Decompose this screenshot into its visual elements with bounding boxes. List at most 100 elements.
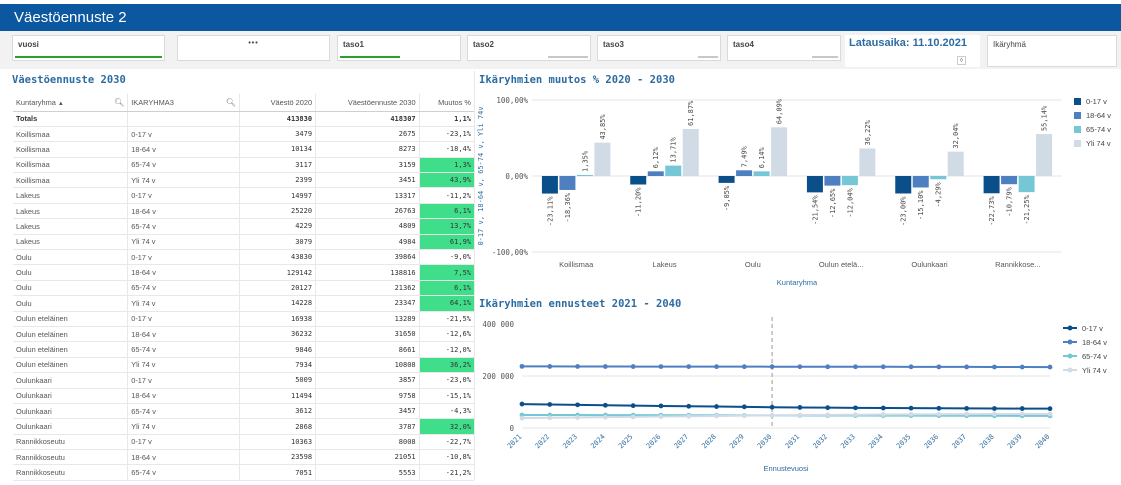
cell-ikaryhma: 65-74 v [127,218,240,235]
data-label: -12,65% [829,188,837,218]
bar-4-3 [947,151,964,176]
data-point [519,401,525,407]
column-header-kuntaryhma[interactable]: Kuntaryhma ▲ 🔍︎ [13,94,129,112]
data-label: 13,71% [670,137,678,163]
filter-ikaryhma-label: Ikäryhmä [993,40,1026,49]
filter-taso4[interactable]: taso4 [727,35,841,61]
column-header-muutos[interactable]: Muutos % [419,94,474,112]
column-header-vaesto[interactable]: Väestö 2020 [239,94,317,112]
data-point [658,414,664,419]
x-tick-label: 2024 [589,433,607,451]
data-label: -4,29% [935,181,943,207]
bar-2-2 [753,171,770,176]
cell-ennuste: 3857 [315,372,420,389]
filter-ikaryhma[interactable]: Ikäryhmä [987,35,1117,67]
data-point [908,411,914,417]
x-tick-label: 2021 [506,433,524,451]
table-row[interactable]: Oulun eteläinen 65-74 v 9846 8661 -12,0% [13,341,474,358]
y-tick-label: 0 [509,424,514,433]
cell-kuntaryhma: Oulunkaari [13,388,129,404]
table-row[interactable]: Oulu 65-74 v 20127 21362 6,1% [13,280,474,297]
cell-muutos: 32,0% [419,418,474,435]
search-icon[interactable]: 🔍︎ [226,98,236,107]
cell-ennuste: 4984 [315,234,420,251]
cell-ikaryhma: Yli 74 v [127,172,240,189]
cell-muutos: 13,7% [419,218,474,235]
search-icon[interactable]: 🔍︎ [114,98,124,107]
sort-asc-icon[interactable]: ▲ [58,101,64,107]
more-options-button[interactable]: ••• [177,35,330,61]
bar-0-0 [541,176,558,194]
cell-muutos: -21,5% [419,311,474,327]
table-row[interactable]: Oulunkaari Yli 74 v 2868 3787 32,0% [13,418,474,435]
cell-vaesto: 25220 [239,203,317,220]
table-row[interactable]: Oulu 18-64 v 129142 138816 7,5% [13,264,474,281]
table-row[interactable]: Oulunkaari 0-17 v 5009 3857 -23,0% [13,372,474,389]
table-row[interactable]: Oulun eteläinen 0-17 v 16938 13289 -21,5% [13,311,474,327]
data-point [797,405,803,410]
data-point [630,364,636,369]
cell-muutos: -11,2% [419,187,474,204]
bar-5-3 [1036,134,1053,176]
totals-muutos: 1,1% [419,111,474,127]
filter-taso1-label: taso1 [343,40,364,49]
table-row[interactable]: Oulu 0-17 v 43830 39864 -9,0% [13,249,474,266]
table-row[interactable]: Oulun eteläinen Yli 74 v 7934 10808 36,2% [13,357,474,374]
table-row[interactable]: Oulunkaari 18-64 v 11494 9758 -15,1% [13,388,474,404]
ikaryhma-header-label: IKARYHMA3 [131,97,174,107]
legend-label: 65-74 v [1082,352,1107,361]
cell-vaesto: 2868 [239,418,317,435]
bar-3-2 [841,176,858,186]
column-header-ennuste[interactable]: Väestöennuste 2030 [315,94,420,112]
table-row[interactable]: Oulun eteläinen 18-64 v 36232 31650 -12,6% [13,326,474,343]
table-row[interactable]: Koillismaa Yli 74 v 2399 3451 43,9% [13,172,474,189]
table-row[interactable]: Lakeus Yli 74 v 3079 4984 61,9% [13,234,474,251]
data-point [992,406,997,411]
filter-taso3[interactable]: taso3 [597,35,721,61]
table-row[interactable]: Oulunkaari 65-74 v 3612 3457 -4,3% [13,403,474,420]
filter-taso2[interactable]: taso2 [467,35,591,61]
cell-muutos: -4,3% [419,403,474,420]
table-row[interactable]: Koillismaa 18-64 v 10134 8273 -18,4% [13,141,474,158]
filter-vuosi-indicator [15,56,162,58]
table-row[interactable]: Oulu Yli 74 v 14228 23347 64,1% [13,295,474,312]
cell-vaesto: 9846 [239,341,317,358]
data-point [880,412,886,417]
table-row[interactable]: Lakeus 65-74 v 4229 4809 13,7% [13,218,474,235]
filter-vuosi[interactable]: vuosi [12,35,165,61]
data-label: -9,05% [723,185,731,211]
column-header-ikaryhma[interactable]: IKARYHMA3 🔍︎ [127,94,240,112]
bar-5-0 [983,176,1000,194]
table-row[interactable]: Rannikkoseutu 65-74 v 7051 5553 -21,2% [13,464,474,481]
cell-kuntaryhma: Oulunkaari [13,372,129,389]
legend-label: Yli 74 v [1082,366,1107,375]
data-label: 61,87% [687,100,695,126]
data-point [853,412,858,418]
table-row[interactable]: Lakeus 18-64 v 25220 26763 6,1% [13,203,474,220]
table-row[interactable]: Koillismaa 0-17 v 3479 2675 -23,1% [13,126,474,143]
cell-muutos: -15,1% [419,388,474,404]
cell-kuntaryhma: Oulun eteläinen [13,341,129,358]
table-row[interactable]: Rannikkoseutu 0-17 v 10363 8008 -22,7% [13,434,474,451]
x-tick-label: 2022 [534,433,552,451]
data-point [686,364,692,370]
series-line-1 [521,365,1051,369]
cell-ennuste: 9758 [315,388,420,404]
data-label: 64,09% [776,98,784,124]
cell-muutos: -12,0% [419,341,474,358]
data-point [797,412,803,418]
table-row[interactable]: Lakeus 0-17 v 14997 13317 -11,2% [13,187,474,204]
cell-ennuste: 23347 [315,295,420,312]
cell-vaesto: 4229 [239,218,317,235]
x-tick-label: 2027 [673,433,691,451]
table-row[interactable]: Koillismaa 65-74 v 3117 3159 1,3% [13,157,474,174]
data-point [741,404,747,410]
data-point [936,411,942,417]
scroll-arrows-icon[interactable]: ◊ [957,56,966,65]
table-row[interactable]: Rannikkoseutu 18-64 v 23598 21051 -10,8% [13,449,474,466]
data-point [936,405,942,411]
filter-taso1[interactable]: taso1 [337,35,461,61]
cell-vaesto: 2399 [239,172,317,189]
cell-ennuste: 138816 [315,264,420,281]
cell-kuntaryhma: Koillismaa [13,157,129,174]
